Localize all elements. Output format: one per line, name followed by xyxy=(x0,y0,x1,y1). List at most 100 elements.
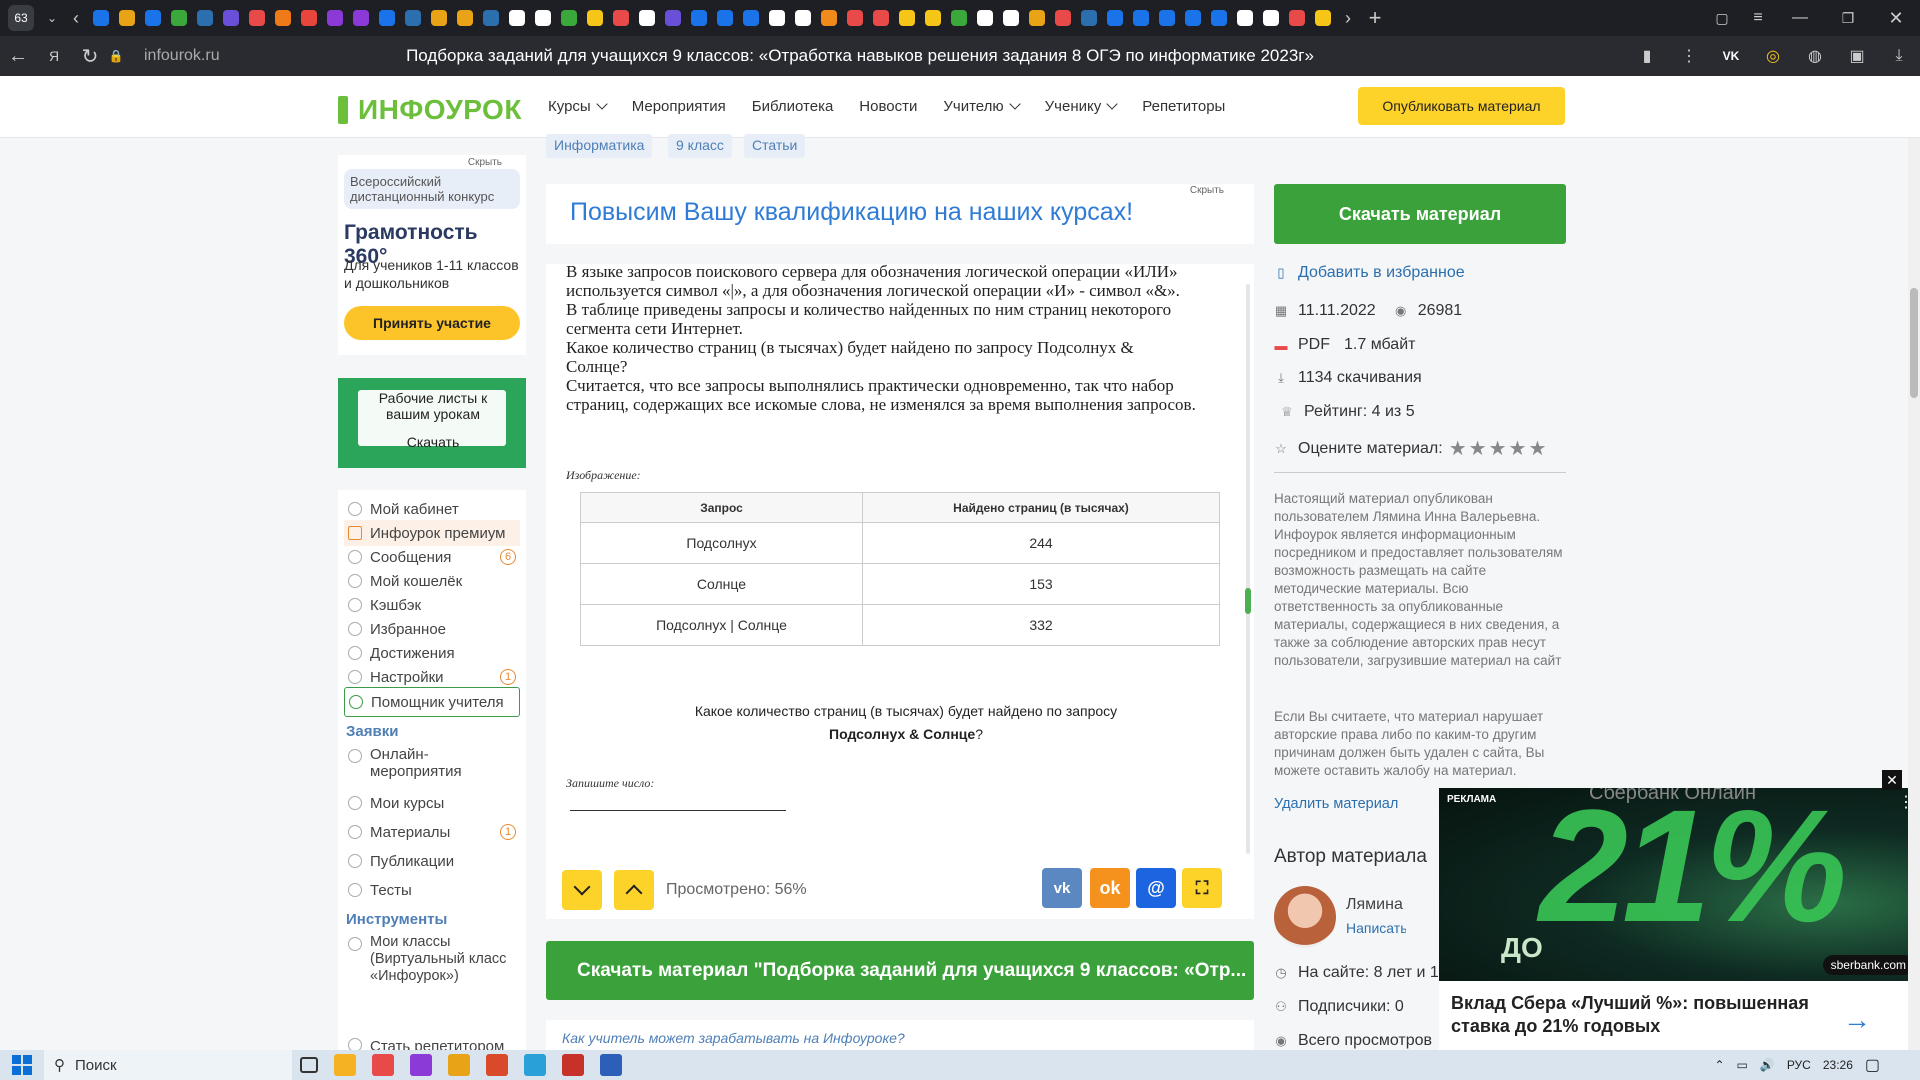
nav-teacher[interactable]: Учителю xyxy=(943,98,1018,115)
browser-tab-icon[interactable] xyxy=(665,10,681,26)
browser-tab-icon[interactable] xyxy=(1133,10,1149,26)
notifications-icon[interactable]: ▢ xyxy=(1865,1055,1880,1075)
tabs-forward-icon[interactable]: › xyxy=(1336,0,1360,36)
browser-tab-icon[interactable] xyxy=(1263,10,1279,26)
browser-tab-icon[interactable] xyxy=(275,10,291,26)
taskbar-app-icon[interactable] xyxy=(562,1054,584,1076)
volume-icon[interactable]: 🔊 xyxy=(1760,1058,1775,1072)
browser-tab-icon[interactable] xyxy=(301,10,317,26)
share-mail-button[interactable]: @ xyxy=(1136,868,1176,908)
sidebar-item-my-courses[interactable]: Мои курсы xyxy=(344,790,520,816)
fullscreen-button[interactable]: ⛶ xyxy=(1182,868,1222,908)
browser-tab-icon[interactable] xyxy=(483,10,499,26)
downloads-icon[interactable]: ⤓ xyxy=(1886,43,1912,69)
taskbar-app-icon[interactable] xyxy=(334,1054,356,1076)
page-down-button[interactable] xyxy=(562,870,602,910)
sidebar-item-premium[interactable]: Инфоурок премиум xyxy=(344,520,520,546)
browser-tab-icon[interactable] xyxy=(1159,10,1175,26)
browser-tab-icon[interactable] xyxy=(587,10,603,26)
document-viewer[interactable]: В языке запросов поискового сервера для … xyxy=(546,264,1254,919)
author-name[interactable]: Лямина Инн xyxy=(1346,896,1406,914)
ad-image[interactable]: Сбербанк Онлайн 21% ДО РЕКЛАМА ⋮ sberban… xyxy=(1439,788,1920,981)
window-minimize-icon[interactable]: — xyxy=(1776,0,1824,36)
taskbar-app-icon[interactable] xyxy=(410,1054,432,1076)
sidebar-item-achievements[interactable]: Достижения xyxy=(344,640,520,666)
language-indicator[interactable]: РУС xyxy=(1787,1058,1811,1072)
browser-tab-icon[interactable] xyxy=(613,10,629,26)
browser-tab-icon[interactable] xyxy=(561,10,577,26)
browser-tab-icon[interactable] xyxy=(743,10,759,26)
reload-icon[interactable]: ↻ xyxy=(72,38,108,74)
browser-tab-icon[interactable] xyxy=(93,10,109,26)
network-icon[interactable]: ▭ xyxy=(1737,1058,1748,1072)
courses-promo-banner[interactable]: Повысим Вашу квалификацию на наших курса… xyxy=(546,184,1254,244)
browser-tab-icon[interactable] xyxy=(1003,10,1019,26)
taskbar-app-icon[interactable] xyxy=(524,1054,546,1076)
browser-tab-icon[interactable] xyxy=(353,10,369,26)
browser-tab-icon[interactable] xyxy=(119,10,135,26)
sidebar-item-wallet[interactable]: Мой кошелёк xyxy=(344,568,520,594)
more-icon[interactable]: ⋮ xyxy=(1676,43,1702,69)
ad-close-icon[interactable]: ✕ xyxy=(1882,770,1902,790)
taskbar-app-icon[interactable] xyxy=(448,1054,470,1076)
taskbar-search[interactable]: ⚲ Поиск xyxy=(44,1050,292,1080)
worksheets-ad-download[interactable]: Скачать xyxy=(368,434,498,450)
browser-tab-icon[interactable] xyxy=(691,10,707,26)
page-scroll-thumb[interactable] xyxy=(1910,288,1918,398)
contest-ad[interactable]: Скрыть Всероссийский дистанционный конку… xyxy=(338,155,526,355)
sidebar-item-favorites[interactable]: Избранное xyxy=(344,616,520,642)
sidebar-item-cabinet[interactable]: Мой кабинет xyxy=(344,496,520,522)
cashback-ext-icon[interactable]: ◎ xyxy=(1760,43,1786,69)
clock[interactable]: 23:26 xyxy=(1823,1058,1853,1072)
rating-stars[interactable]: ★ ★ ★ ★ ★ xyxy=(1449,436,1547,461)
browser-tab-icon[interactable] xyxy=(1081,10,1097,26)
sidebar-item-materials[interactable]: Материалы 1 xyxy=(344,819,520,845)
add-favorite-link[interactable]: ▯ Добавить в избранное xyxy=(1274,264,1464,282)
browser-tab-icon[interactable] xyxy=(405,10,421,26)
url-domain[interactable]: infourok.ru xyxy=(144,47,344,65)
vk-ext-icon[interactable]: VK xyxy=(1718,43,1744,69)
window-collections-icon[interactable]: ▢ xyxy=(1704,0,1740,36)
taskbar-app-icon[interactable] xyxy=(486,1054,508,1076)
taskbar-app-icon[interactable] xyxy=(372,1054,394,1076)
browser-tab-icon[interactable] xyxy=(379,10,395,26)
browser-tab-icon[interactable] xyxy=(249,10,265,26)
browser-tab-icon[interactable] xyxy=(639,10,655,26)
window-restore-icon[interactable]: ❐ xyxy=(1824,0,1872,36)
star-icon[interactable]: ★ xyxy=(1509,436,1527,461)
nav-library[interactable]: Библиотека xyxy=(752,98,834,115)
browser-tab-icon[interactable] xyxy=(509,10,525,26)
task-view-icon[interactable] xyxy=(300,1057,318,1073)
browser-tab-icon[interactable] xyxy=(1315,10,1331,26)
browser-tab-icon[interactable] xyxy=(847,10,863,26)
browser-tab-icon[interactable] xyxy=(769,10,785,26)
globe-icon[interactable]: ◍ xyxy=(1802,43,1828,69)
browser-tab-icon[interactable] xyxy=(431,10,447,26)
tray-chevron-icon[interactable]: ⌃ xyxy=(1714,1058,1724,1072)
author-avatar[interactable] xyxy=(1274,886,1336,948)
browser-tab-icon[interactable] xyxy=(223,10,239,26)
browser-tab-icon[interactable] xyxy=(1029,10,1045,26)
browser-tab-icon[interactable] xyxy=(145,10,161,26)
sidebar-item-messages[interactable]: Сообщения 6 xyxy=(344,544,520,570)
nav-events[interactable]: Мероприятия xyxy=(632,98,726,115)
page-title[interactable]: Подборка заданий для учащихся 9 классов:… xyxy=(344,46,1376,66)
publish-material-button[interactable]: Опубликовать материал xyxy=(1358,87,1565,125)
earn-link-text[interactable]: Как учитель может зарабатывать на Инфоур… xyxy=(562,1030,905,1046)
windows-start-icon[interactable] xyxy=(12,1055,32,1075)
tag-grade[interactable]: 9 класс xyxy=(668,134,732,158)
page-scrollbar[interactable] xyxy=(1908,138,1920,1050)
sidebar-item-publications[interactable]: Публикации xyxy=(344,848,520,874)
tag-articles[interactable]: Статьи xyxy=(744,134,806,158)
browser-tab-icon[interactable] xyxy=(899,10,915,26)
site-logo[interactable]: ИНФОУРОК xyxy=(338,94,522,126)
star-icon[interactable]: ★ xyxy=(1528,436,1546,461)
browser-tab-icon[interactable] xyxy=(1289,10,1305,26)
browser-tab-icon[interactable] xyxy=(197,10,213,26)
browser-tab-icon[interactable] xyxy=(795,10,811,26)
nav-courses[interactable]: Курсы xyxy=(548,98,606,115)
browser-tab-icon[interactable] xyxy=(327,10,343,26)
taskbar-app-icon[interactable] xyxy=(600,1054,622,1076)
viewer-scrollbar[interactable] xyxy=(1245,284,1251,854)
extensions-icon[interactable]: ▣ xyxy=(1844,43,1870,69)
